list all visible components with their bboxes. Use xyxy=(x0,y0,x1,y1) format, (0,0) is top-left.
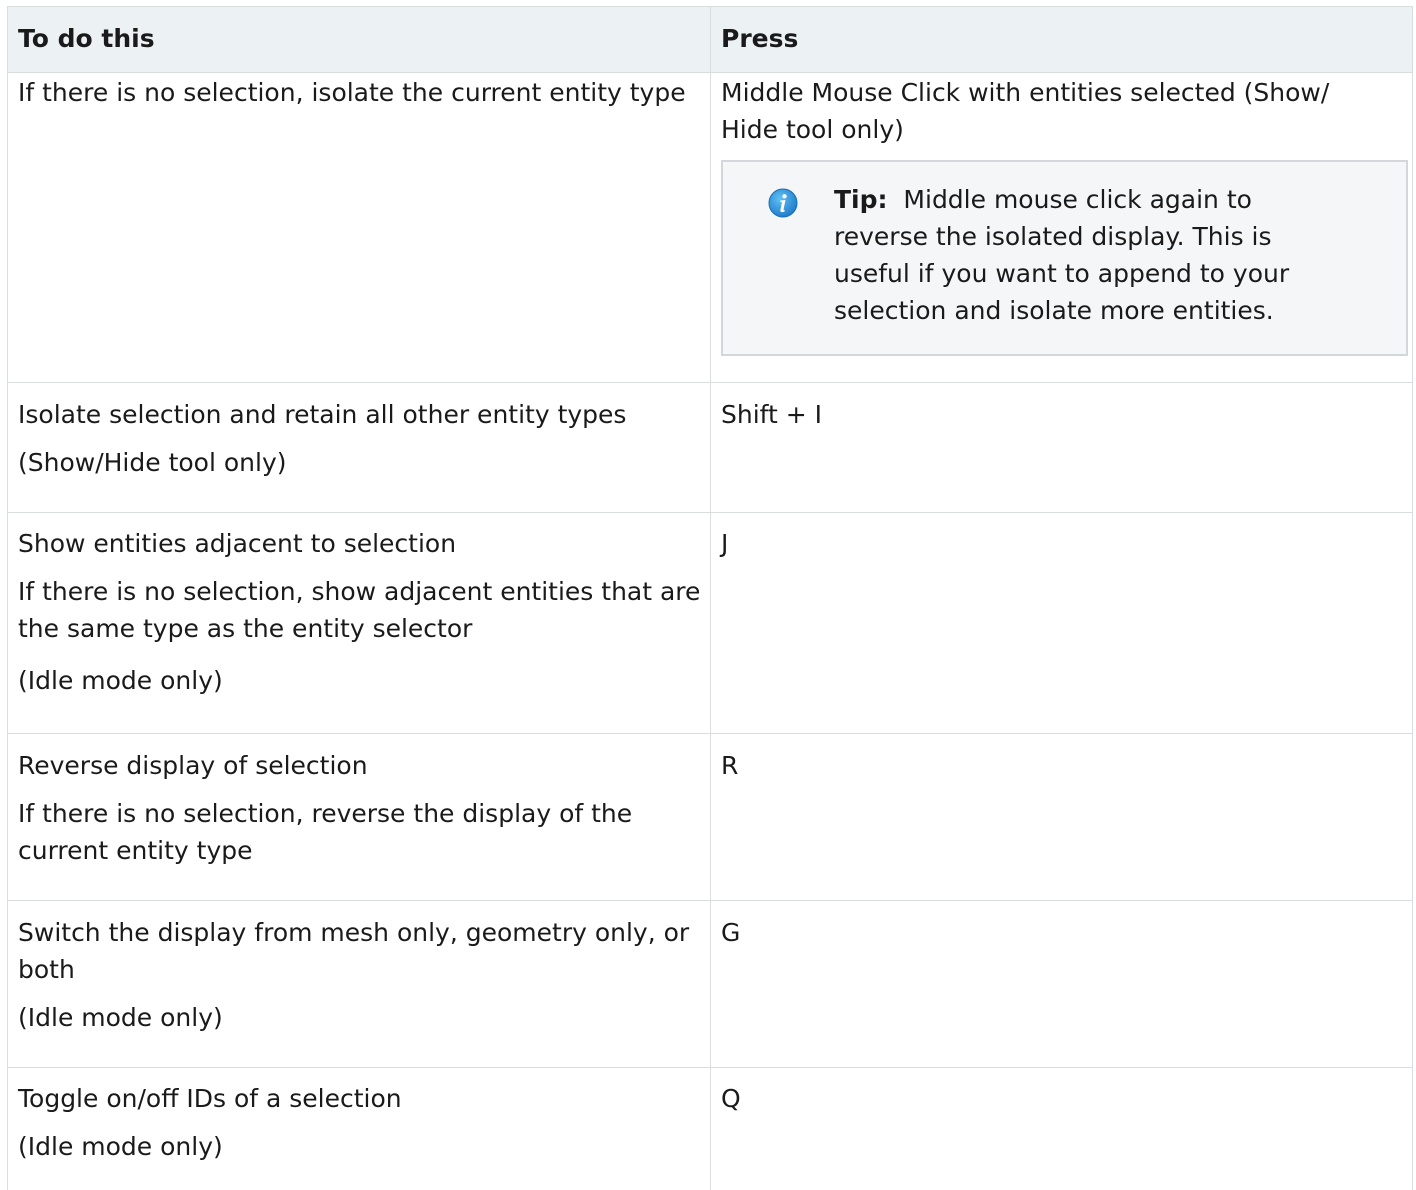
info-icon xyxy=(768,188,798,218)
table-header: To do this Press xyxy=(8,7,1412,73)
press-cell: J xyxy=(711,513,1412,733)
action-detail: If there is no selection, show adjacent … xyxy=(18,577,701,643)
header-press: Press xyxy=(721,24,799,53)
press-cell: G xyxy=(711,901,1412,1067)
press-text: R xyxy=(721,751,739,780)
action-cell: Isolate selection and retain all other e… xyxy=(8,383,711,512)
action-note: (Idle mode only) xyxy=(18,666,223,695)
action-detail: If there is no selection, reverse the di… xyxy=(18,799,633,865)
table-row: Toggle on/off IDs of a selection (Idle m… xyxy=(8,1068,1412,1190)
table-row: If there is no selection, isolate the cu… xyxy=(8,73,1412,383)
shortcut-table: To do this Press If there is no selectio… xyxy=(7,6,1413,1190)
press-text: Q xyxy=(721,1084,741,1113)
action-cell: If there is no selection, isolate the cu… xyxy=(8,73,711,382)
action-note: (Idle mode only) xyxy=(18,1132,223,1161)
action-cell: Toggle on/off IDs of a selection (Idle m… xyxy=(8,1068,711,1190)
tip-text: Tip: Middle mouse click again to reverse… xyxy=(834,181,1339,329)
action-text: Switch the display from mesh only, geome… xyxy=(18,918,690,984)
action-text: Show entities adjacent to selection xyxy=(18,529,457,558)
action-text: If there is no selection, isolate the cu… xyxy=(18,78,686,107)
tip-body: Middle mouse click again to reverse the … xyxy=(834,185,1290,325)
press-cell: Q xyxy=(711,1068,1412,1190)
action-cell: Show entities adjacent to selection If t… xyxy=(8,513,711,733)
action-note: (Idle mode only) xyxy=(18,1003,223,1032)
press-cell: Middle Mouse Click with entities selecte… xyxy=(711,73,1412,382)
table-row: Switch the display from mesh only, geome… xyxy=(8,901,1412,1068)
press-text: G xyxy=(721,918,741,947)
header-to-do-this: To do this xyxy=(8,7,711,72)
press-text: Shift + I xyxy=(721,400,823,429)
table-row: Show entities adjacent to selection If t… xyxy=(8,513,1412,734)
table-row: Reverse display of selection If there is… xyxy=(8,734,1412,901)
action-cell: Reverse display of selection If there is… xyxy=(8,734,711,900)
action-text: Isolate selection and retain all other e… xyxy=(18,400,627,429)
press-cell: Shift + I xyxy=(711,383,1412,512)
press-text: J xyxy=(721,529,729,558)
action-text: Reverse display of selection xyxy=(18,751,368,780)
action-cell: Switch the display from mesh only, geome… xyxy=(8,901,711,1067)
action-text: Toggle on/off IDs of a selection xyxy=(18,1084,402,1113)
table-row: Isolate selection and retain all other e… xyxy=(8,383,1412,513)
action-note: (Show/Hide tool only) xyxy=(18,448,287,477)
tip-box: Tip: Middle mouse click again to reverse… xyxy=(721,160,1408,356)
press-text: Middle Mouse Click with entities selecte… xyxy=(721,78,1330,144)
tip-label: Tip: xyxy=(834,185,888,214)
press-cell: R xyxy=(711,734,1412,900)
